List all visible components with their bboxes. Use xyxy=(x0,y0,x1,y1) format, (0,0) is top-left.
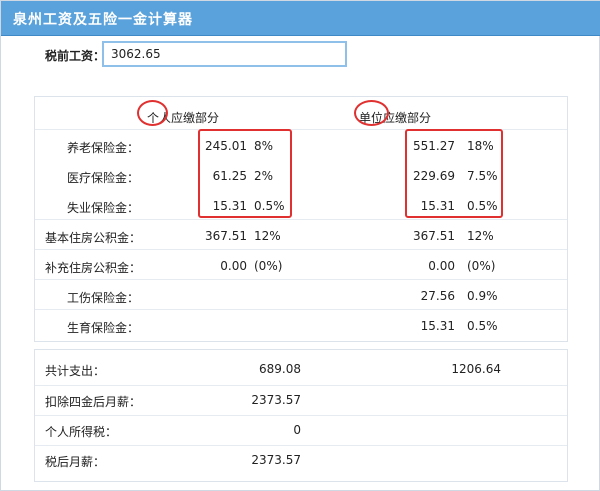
total-expense-company: 1206.64 xyxy=(451,362,501,376)
injury-company-rate: 0.9% xyxy=(467,289,498,303)
row-divider xyxy=(35,279,567,280)
net-after-funds-label: 扣除四金后月薪： xyxy=(45,395,142,409)
row-label-pension: 养老保险金： xyxy=(67,141,140,155)
total-expense-label: 共计支出： xyxy=(45,364,106,378)
row-label-medical: 医疗保险金： xyxy=(67,171,140,185)
app-title: 泉州工资及五险一金计算器 xyxy=(13,12,193,28)
row-divider xyxy=(35,249,567,250)
after-tax-salary-value: 2373.57 xyxy=(251,453,301,467)
after-tax-salary-label: 税后月薪： xyxy=(45,455,106,469)
company-highlight-box xyxy=(405,129,503,218)
row-divider xyxy=(35,415,567,416)
row-divider xyxy=(35,385,567,386)
row-label-injury: 工伤保险金： xyxy=(67,291,140,305)
row-divider xyxy=(35,219,567,220)
personal-highlight-box xyxy=(198,129,292,218)
maternity-company-amount: 15.31 xyxy=(420,319,455,333)
row-label-supplementary-fund: 补充住房公积金： xyxy=(45,261,142,275)
personal-header-circle xyxy=(137,100,168,126)
row-label-maternity: 生育保险金： xyxy=(67,321,140,335)
injury-company-amount: 27.56 xyxy=(420,289,455,303)
total-expense-personal: 689.08 xyxy=(259,362,301,376)
income-tax-label: 个人所得税： xyxy=(45,425,118,439)
row-label-unemployment: 失业保险金： xyxy=(67,201,140,215)
company-header-circle xyxy=(354,100,389,126)
title-bar: 泉州工资及五险一金计算器 xyxy=(1,1,600,36)
supplementary-personal-rate: (0%) xyxy=(254,259,283,273)
row-label-housing-fund: 基本住房公积金： xyxy=(45,231,142,245)
housing-company-amount: 367.51 xyxy=(413,229,455,243)
housing-personal-rate: 12% xyxy=(254,229,281,243)
salary-input[interactable] xyxy=(102,41,347,67)
row-divider xyxy=(35,445,567,446)
salary-label: 税前工资： xyxy=(45,49,106,63)
row-divider xyxy=(35,309,567,310)
income-tax-value: 0 xyxy=(293,423,301,437)
supplementary-personal-amount: 0.00 xyxy=(220,259,247,273)
housing-company-rate: 12% xyxy=(467,229,494,243)
calculator-window: 泉州工资及五险一金计算器 税前工资： 个人应缴部分 单位应缴部分 养老保险金： … xyxy=(0,0,600,491)
supplementary-company-amount: 0.00 xyxy=(428,259,455,273)
maternity-company-rate: 0.5% xyxy=(467,319,498,333)
supplementary-company-rate: (0%) xyxy=(467,259,496,273)
housing-personal-amount: 367.51 xyxy=(205,229,247,243)
net-after-funds-value: 2373.57 xyxy=(251,393,301,407)
